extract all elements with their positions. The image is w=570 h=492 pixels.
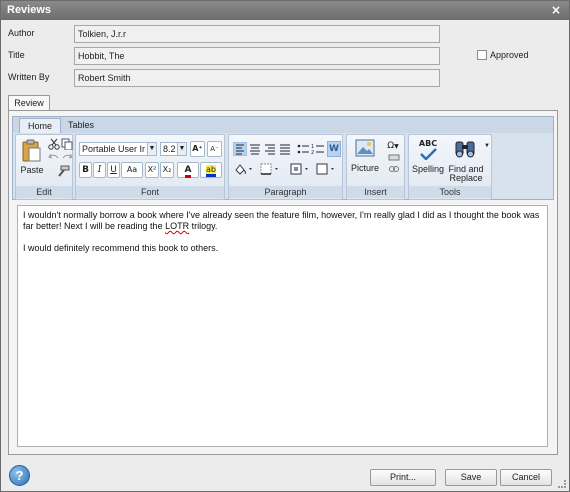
chevron-down-icon: ▼ [177,143,186,155]
resize-grip[interactable] [558,480,566,488]
underline-button[interactable]: U [107,162,120,178]
numbering-icon[interactable]: 1 2 [311,142,325,156]
highlight-button[interactable]: ab [200,162,222,178]
superscript-button[interactable]: X² [145,162,159,178]
spelling-icon[interactable]: ABC [415,138,441,162]
show-formatting-button[interactable]: W [327,141,341,157]
review-editor[interactable]: I wouldn't normally borrow a book where … [17,205,548,447]
window-title: Reviews [7,4,52,16]
written-by-label: Written By [8,72,50,82]
spelling-label[interactable]: Spelling [410,164,446,174]
find-replace-label-line2[interactable]: Replace [447,173,485,183]
approved-checkbox-row[interactable]: Approved [477,50,529,60]
help-icon[interactable]: ? [9,465,30,486]
insert-group: Picture Ω▼ Insert [346,134,405,200]
misspelled-word[interactable]: LOTR [165,221,189,231]
paragraph-group-label: Paragraph [229,186,342,198]
justify-icon[interactable] [278,142,292,156]
cut-icon[interactable] [48,138,60,150]
borders-icon[interactable] [259,162,281,176]
paste-icon[interactable] [21,139,41,163]
tools-group: ABC Spelling ▼ Find and Replace Tools [408,134,492,200]
highlight-icon: ab [206,165,216,177]
save-button[interactable]: Save [445,469,497,486]
italic-button[interactable]: I [93,162,106,178]
picture-label[interactable]: Picture [347,163,383,173]
symbol-button[interactable]: Ω▼ [383,138,403,154]
edit-group-label: Edit [16,186,72,198]
approved-label: Approved [490,50,529,60]
written-by-field[interactable]: Robert Smith [74,69,440,87]
tab-review[interactable]: Review [8,95,50,111]
chevron-down-icon: ▼ [147,143,156,155]
editor-paragraph: I wouldn't normally borrow a book where … [23,210,542,232]
font-color-button[interactable]: A [177,162,199,178]
shading-icon[interactable] [233,162,255,176]
svg-text:2: 2 [311,150,314,156]
close-icon[interactable]: × [549,1,563,20]
ribbon-tab-tables[interactable]: Tables [63,118,99,133]
ribbon: Home Tables Paste Edit Portable User Ir … [12,116,554,200]
cancel-button[interactable]: Cancel [500,469,552,486]
insert-group-label: Insert [347,186,404,198]
indent-icon[interactable] [289,162,311,176]
tools-group-label: Tools [409,186,491,198]
redo-icon[interactable] [61,152,73,162]
checkmark-icon [420,148,437,160]
font-name-value: Portable User Ir [82,144,146,154]
edit-group: Paste Edit [15,134,73,200]
font-color-icon: A [184,165,192,178]
paste-label[interactable]: Paste [18,165,46,175]
editor-paragraph: I would definitely recommend this book t… [23,243,219,253]
font-group: Portable User Ir ▼ 8.2 ▼ A⁺ A⁻ B I U Aa … [75,134,225,200]
chevron-down-icon[interactable]: ▼ [484,143,490,149]
copy-icon[interactable] [61,138,73,150]
page-break-icon[interactable] [388,154,400,162]
undo-icon[interactable] [48,152,60,162]
editor-text: I wouldn't normally borrow a book where … [23,210,540,231]
font-group-label: Font [76,186,224,198]
grow-font-button[interactable]: A⁺ [190,141,205,157]
align-center-icon[interactable] [248,142,262,156]
print-button[interactable]: Print... [370,469,436,486]
format-painter-icon[interactable] [56,165,70,177]
title-bar: Reviews × [1,1,569,20]
bold-button[interactable]: B [79,162,92,178]
ribbon-tab-strip: Home Tables [13,117,553,133]
ribbon-tab-home[interactable]: Home [19,118,61,133]
change-case-button[interactable]: Aa [121,162,143,178]
outline-icon[interactable] [315,162,337,176]
font-size-value: 8.2 [163,144,176,154]
author-field[interactable]: Tolkien, J.r.r [74,25,440,43]
align-left-icon[interactable] [233,142,247,156]
title-field[interactable]: Hobbit, The [74,47,440,65]
binoculars-icon[interactable] [453,139,477,159]
editor-text: trilogy. [189,221,218,231]
picture-icon[interactable] [355,139,375,157]
align-right-icon[interactable] [263,142,277,156]
spelling-glyph: ABC [418,139,438,148]
reviews-dialog: Reviews × Author Tolkien, J.r.r Title Ho… [0,0,570,492]
shrink-font-button[interactable]: A⁻ [207,141,222,157]
font-name-select[interactable]: Portable User Ir ▼ [79,142,157,156]
title-label: Title [8,50,25,60]
hyperlink-icon[interactable] [388,165,400,173]
author-label: Author [8,28,35,38]
bullets-icon[interactable] [296,142,310,156]
paragraph-group: 1 2 W Paragraph [228,134,343,200]
subscript-button[interactable]: X₂ [160,162,174,178]
approved-checkbox[interactable] [477,50,487,60]
font-size-select[interactable]: 8.2 ▼ [160,142,187,156]
